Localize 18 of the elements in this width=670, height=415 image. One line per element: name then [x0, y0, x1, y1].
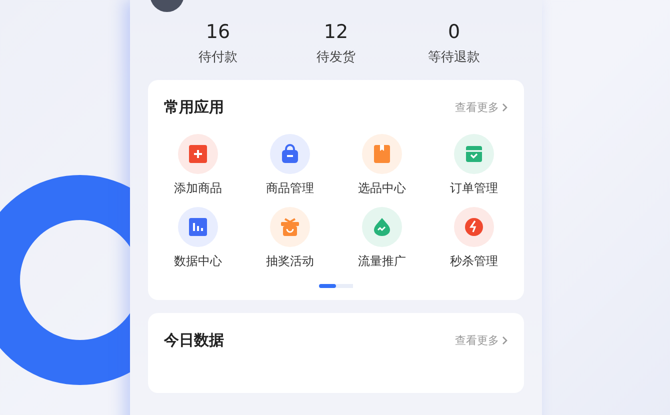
stat-label: 等待退款: [428, 49, 480, 66]
stat-label: 待发货: [316, 49, 356, 66]
stat-value: 0: [448, 20, 460, 44]
app-shortcut[interactable]: 数据中心: [152, 207, 244, 270]
app-shortcut[interactable]: 秒杀管理: [428, 207, 520, 270]
app-shortcut[interactable]: 选品中心: [336, 134, 428, 197]
app-shortcut[interactable]: 订单管理: [428, 134, 520, 197]
stat-value: 12: [324, 20, 348, 44]
chevron-right-icon: [502, 102, 508, 112]
app-shortcut[interactable]: 流量推广: [336, 207, 428, 270]
stat-value: 16: [206, 20, 230, 44]
stat-label: 待付款: [198, 49, 238, 66]
app-shortcut[interactable]: 商品管理: [244, 134, 336, 197]
section-title: 今日数据: [164, 330, 224, 350]
app-shortcut[interactable]: 抽奖活动: [244, 207, 336, 270]
app-shortcut[interactable]: 添加商品: [152, 134, 244, 197]
chevron-right-icon: [502, 336, 508, 344]
section-title: 常用应用: [164, 98, 224, 116]
